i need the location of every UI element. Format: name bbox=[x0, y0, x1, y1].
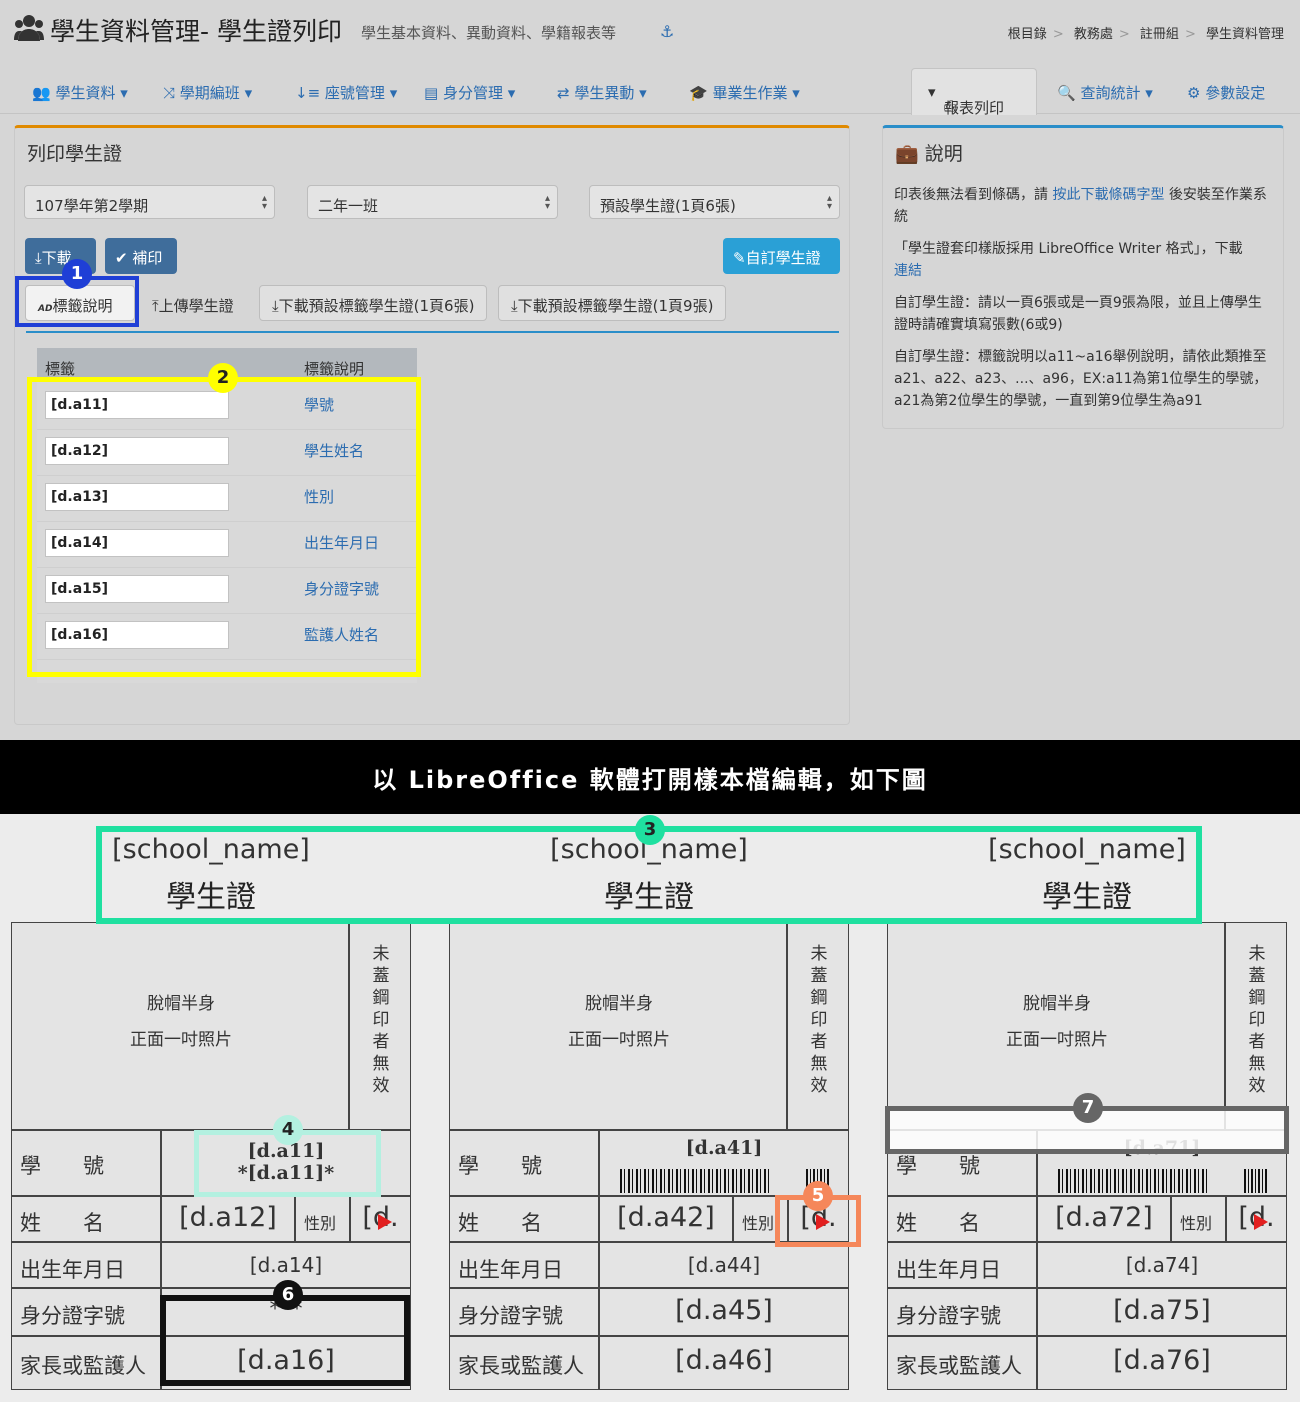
label-birthdate: 出生年月日 bbox=[449, 1242, 599, 1288]
label-guardian: 家長或監護人 bbox=[887, 1336, 1037, 1390]
id-number-field: [d.a75] bbox=[1037, 1288, 1287, 1336]
red-arrow-icon bbox=[378, 1211, 392, 1230]
nav-seat-number[interactable]: ↓≡ 座號管理 ▾ bbox=[295, 82, 397, 103]
label-guardian: 家長或監護人 bbox=[449, 1336, 599, 1390]
marker-badge-6: 6 bbox=[273, 1280, 303, 1310]
guardian-field: [d.a76] bbox=[1037, 1336, 1287, 1390]
help-paragraph: 自訂學生證：請以一頁6張或是一頁9張為限，並且上傳學生證時請確實填寫張數(6或9… bbox=[894, 295, 1262, 333]
template-select[interactable]: 預設學生證(1頁6張) ▴ ▾ bbox=[589, 185, 840, 219]
breadcrumb-item[interactable]: 學生資料管理 bbox=[1206, 27, 1284, 42]
marker-box-2 bbox=[27, 377, 421, 677]
tab-download-9[interactable]: ⤓下載預設標籤學生證(1頁9張) bbox=[498, 285, 727, 321]
template-link[interactable]: 連結 bbox=[894, 263, 922, 279]
nav-student-data[interactable]: 👥 學生資料 ▾ bbox=[32, 82, 128, 103]
breadcrumb-item[interactable]: 註冊組 bbox=[1140, 27, 1179, 42]
label-guardian: 家長或監護人 bbox=[11, 1336, 161, 1390]
marker-badge-7: 7 bbox=[1073, 1093, 1103, 1123]
label-id-number: 身分證字號 bbox=[449, 1288, 599, 1336]
label-gender: 性別 bbox=[295, 1196, 350, 1242]
marker-badge-4: 4 bbox=[273, 1115, 303, 1145]
stamp-note: 未蓋鋼印者無效 bbox=[787, 922, 849, 1130]
users-icon bbox=[14, 15, 44, 41]
label-gender: 性別 bbox=[1171, 1196, 1226, 1242]
label-name: 姓 名 bbox=[449, 1196, 599, 1242]
app-screenshot: 學生資料管理- 學生證列印 學生基本資料、異動資料、學籍報表等 ⚓ 根目錄 > 教… bbox=[0, 0, 1300, 740]
card-template-preview: [school_name] 學生證 脫帽半身 正面一吋照片 未蓋鋼印者無效 學 號 … bbox=[0, 814, 1300, 1402]
tab-upload-card[interactable]: ⤒上傳學生證 bbox=[139, 285, 247, 321]
tab-underline bbox=[26, 331, 839, 333]
nav-graduate[interactable]: 🎓 畢業生作業 ▾ bbox=[689, 82, 800, 103]
page-header: 學生資料管理- 學生證列印 學生基本資料、異動資料、學籍報表等 ⚓ 根目錄 > 教… bbox=[0, 0, 1300, 62]
nav-student-change[interactable]: ⇄ 學生異動 ▾ bbox=[557, 82, 647, 103]
barcode bbox=[1058, 1169, 1208, 1193]
marker-badge-2: 2 bbox=[208, 363, 238, 393]
class-select[interactable]: 二年一班 ▴ ▾ bbox=[307, 185, 558, 219]
photo-area: 脫帽半身 正面一吋照片 bbox=[449, 922, 787, 1130]
stamp-note: 未蓋鋼印者無效 bbox=[1225, 922, 1287, 1130]
help-panel: 💼 說明 印表後無法看到條碼，請 按此下載條碼字型 後安裝至作業系統 「學生證套… bbox=[882, 125, 1284, 429]
column-header: 標籤說明 bbox=[304, 360, 365, 378]
custom-card-button[interactable]: ✎自訂學生證 bbox=[723, 238, 840, 274]
search-icon: 🔍 bbox=[1057, 84, 1076, 102]
breadcrumb-item[interactable]: 根目錄 bbox=[1008, 27, 1047, 42]
semester-select[interactable]: 107學年第2學期 ▴ ▾ bbox=[24, 185, 275, 219]
column-header: 標籤 bbox=[45, 360, 76, 378]
wrench-icon: ✎ bbox=[733, 249, 746, 267]
nav-class-assign[interactable]: ⤨ 學期編班 ▾ bbox=[163, 82, 252, 103]
label-student-id: 學 號 bbox=[11, 1130, 161, 1196]
barcode bbox=[620, 1169, 770, 1193]
nav-query-stats[interactable]: 🔍 查詢統計 ▾ bbox=[1057, 82, 1153, 103]
help-paragraph: 自訂學生證：標籤說明以a11~a16舉例說明，請依此類推至a21、a22、a23… bbox=[894, 349, 1268, 409]
help-paragraph: 「學生證套印樣版採用 LibreOffice Writer 格式」，下載 連結 bbox=[894, 241, 1243, 279]
barcode-font-link[interactable]: 按此下載條碼字型 bbox=[1052, 187, 1164, 203]
name-field: [d.a42] bbox=[599, 1196, 733, 1242]
breadcrumb: 根目錄 > 教務處 > 註冊組 > 學生資料管理 bbox=[1007, 27, 1284, 42]
birthdate-field: [d.a44] bbox=[599, 1242, 849, 1288]
tab-download-6[interactable]: ⤓下載預設標籤學生證(1頁6張) bbox=[259, 285, 488, 321]
label-id-number: 身分證字號 bbox=[11, 1288, 161, 1336]
check-circle-icon: ✔ bbox=[115, 249, 128, 267]
label-student-id: 學 號 bbox=[449, 1130, 599, 1196]
instruction-text: 以 LibreOffice 軟體打開樣本檔編輯，如下圖 bbox=[372, 766, 928, 794]
birthdate-field: [d.a74] bbox=[1037, 1242, 1287, 1288]
nav-identity[interactable]: ▤ 身分管理 ▾ bbox=[424, 82, 515, 103]
help-paragraph: 印表後無法看到條碼，請 按此下載條碼字型 後安裝至作業系統 bbox=[894, 187, 1267, 225]
nav-report-print[interactable]: ⎙ 報表列印 ▾ bbox=[911, 68, 1037, 117]
instruction-band: 以 LibreOffice 軟體打開樣本檔編輯，如下圖 bbox=[0, 740, 1300, 814]
stamp-note: 未蓋鋼印者無效 bbox=[349, 922, 411, 1130]
page-subtitle: 學生基本資料、異動資料、學籍報表等 bbox=[361, 24, 617, 42]
gear-icon: ⚙ bbox=[1187, 84, 1201, 102]
name-field: [d.a12] bbox=[161, 1196, 295, 1242]
nav-settings[interactable]: ⚙ 參數設定 bbox=[1187, 82, 1265, 103]
label-birthdate: 出生年月日 bbox=[11, 1242, 161, 1288]
label-birthdate: 出生年月日 bbox=[887, 1242, 1037, 1288]
page-title: 學生資料管理- 學生證列印 bbox=[50, 17, 342, 46]
download-icon: ⤓ bbox=[35, 249, 42, 267]
download-icon: ⤓ bbox=[511, 297, 518, 315]
download-icon: ⤓ bbox=[272, 297, 279, 315]
breadcrumb-item[interactable]: 教務處 bbox=[1074, 27, 1113, 42]
upload-icon: ⤒ bbox=[152, 297, 159, 315]
marker-badge-1: 1 bbox=[62, 259, 92, 289]
label-name: 姓 名 bbox=[887, 1196, 1037, 1242]
reprint-button[interactable]: ✔ 補印 bbox=[105, 238, 177, 274]
main-nav: 👥 學生資料 ▾ ⤨ 學期編班 ▾ ↓≡ 座號管理 ▾ ▤ 身分管理 ▾ ⇄ 學… bbox=[0, 68, 1300, 117]
barcode bbox=[1244, 1169, 1268, 1193]
guardian-field: [d.a46] bbox=[599, 1336, 849, 1390]
photo-area: 脫帽半身 正面一吋照片 bbox=[11, 922, 349, 1130]
briefcase-icon: 💼 bbox=[895, 143, 919, 165]
red-arrow-icon bbox=[1254, 1211, 1268, 1230]
red-arrow-icon bbox=[816, 1211, 830, 1230]
marker-badge-5: 5 bbox=[803, 1181, 833, 1211]
photo-area: 脫帽半身 正面一吋照片 bbox=[887, 922, 1225, 1130]
panel-title: 列印學生證 bbox=[27, 143, 123, 165]
help-title: 💼 說明 bbox=[895, 143, 963, 165]
id-number-field: [d.a45] bbox=[599, 1288, 849, 1336]
label-name: 姓 名 bbox=[11, 1196, 161, 1242]
marker-badge-3: 3 bbox=[635, 815, 665, 845]
anchor-icon[interactable]: ⚓ bbox=[660, 22, 674, 41]
label-id-number: 身分證字號 bbox=[887, 1288, 1037, 1336]
name-field: [d.a72] bbox=[1037, 1196, 1171, 1242]
